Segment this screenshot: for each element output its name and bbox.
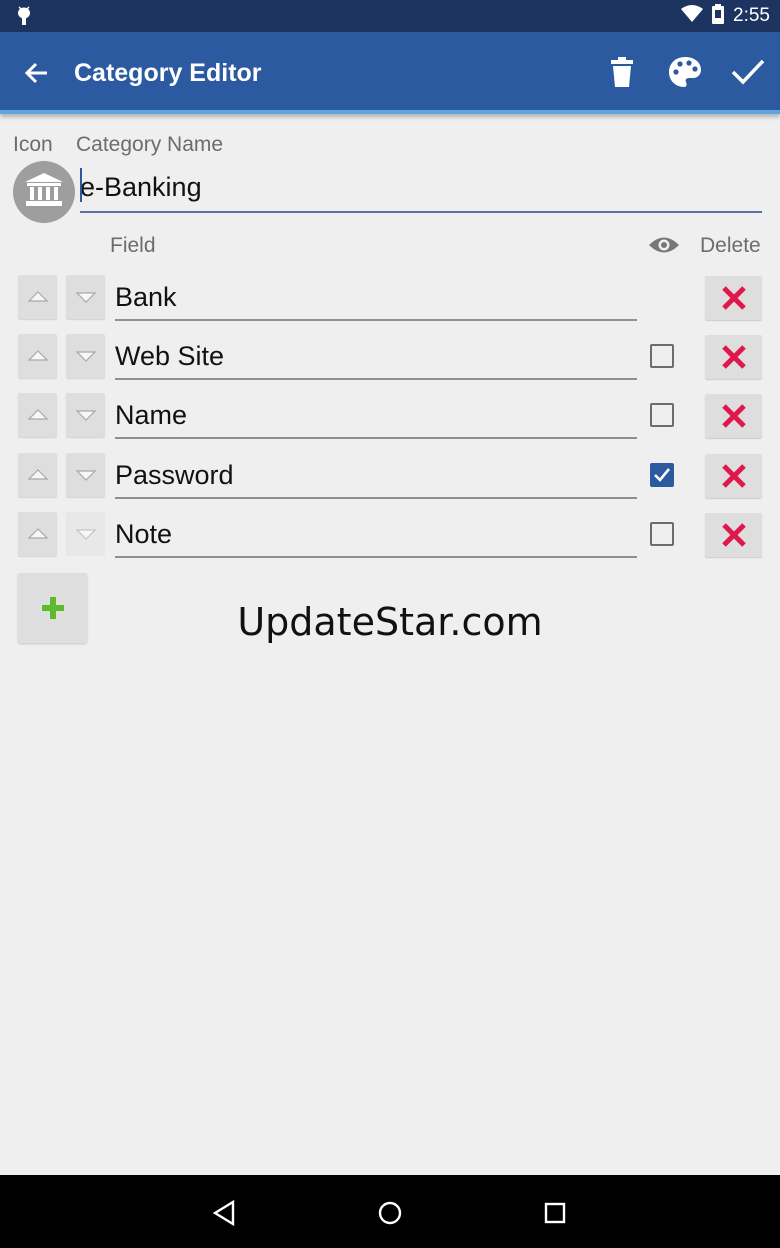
delete-column-header: Delete <box>700 234 761 257</box>
chevron-down-icon <box>75 470 96 481</box>
visibility-checkbox[interactable] <box>650 463 674 487</box>
chevron-down-icon <box>75 410 96 421</box>
chevron-up-icon <box>27 291 48 302</box>
back-arrow-icon[interactable] <box>20 56 54 90</box>
move-down-button[interactable] <box>66 334 105 378</box>
delete-x-icon <box>721 464 746 488</box>
delete-field-button[interactable] <box>705 454 762 498</box>
watermark: UpdateStar.com <box>237 600 543 644</box>
move-up-button[interactable] <box>18 512 57 556</box>
move-down-button[interactable] <box>66 393 105 437</box>
move-up-button[interactable] <box>18 334 57 378</box>
visibility-checkbox[interactable] <box>650 403 674 427</box>
icon-label: Icon <box>13 133 53 156</box>
page-title: Category Editor <box>74 59 262 87</box>
chevron-up-icon <box>27 409 48 420</box>
android-icon <box>16 6 32 31</box>
chevron-up-icon <box>27 528 48 539</box>
field-name-input[interactable] <box>115 334 637 380</box>
check-icon[interactable] <box>728 52 768 92</box>
delete-x-icon <box>721 345 746 369</box>
clock: 2:55 <box>733 5 770 26</box>
battery-icon <box>711 3 725 29</box>
move-down-button[interactable] <box>66 453 105 497</box>
delete-x-icon <box>721 523 746 547</box>
trash-icon[interactable] <box>602 52 642 92</box>
eye-icon <box>648 234 680 256</box>
field-row <box>0 393 780 453</box>
category-icon-button[interactable] <box>13 161 75 223</box>
move-down-button[interactable] <box>66 275 105 319</box>
delete-field-button[interactable] <box>705 335 762 379</box>
field-row <box>0 453 780 513</box>
chevron-down-icon <box>75 292 96 303</box>
field-row <box>0 334 780 394</box>
field-name-input[interactable] <box>115 512 637 558</box>
chevron-up-icon <box>27 469 48 480</box>
delete-field-button[interactable] <box>705 276 762 320</box>
chevron-down-icon <box>75 529 96 540</box>
visibility-checkbox[interactable] <box>650 344 674 368</box>
visibility-checkbox[interactable] <box>650 522 674 546</box>
chevron-up-icon <box>27 350 48 361</box>
category-name-label: Category Name <box>76 133 224 156</box>
chevron-down-icon <box>75 351 96 362</box>
delete-x-icon <box>721 404 746 428</box>
wifi-icon <box>681 4 704 28</box>
move-up-button[interactable] <box>18 393 57 437</box>
move-down-button[interactable] <box>66 512 105 556</box>
move-up-button[interactable] <box>18 275 57 319</box>
checkmark-icon <box>654 468 671 482</box>
field-name-input[interactable] <box>115 393 637 439</box>
field-column-header: Field <box>110 234 156 257</box>
app-bar: Category Editor <box>0 32 780 114</box>
navigation-bar <box>0 1175 780 1248</box>
nav-back-icon[interactable] <box>204 1193 244 1233</box>
field-name-input[interactable] <box>115 275 637 321</box>
delete-field-button[interactable] <box>705 394 762 438</box>
field-name-input[interactable] <box>115 453 637 499</box>
palette-icon[interactable] <box>665 52 705 92</box>
delete-field-button[interactable] <box>705 513 762 557</box>
field-row <box>0 275 780 335</box>
bank-icon <box>25 172 63 212</box>
nav-home-icon[interactable] <box>370 1193 410 1233</box>
nav-recents-icon[interactable] <box>535 1193 575 1233</box>
category-name-input[interactable] <box>80 163 762 213</box>
delete-x-icon <box>721 286 746 310</box>
field-row <box>0 512 780 572</box>
text-cursor <box>80 168 82 202</box>
status-bar: 2:55 <box>0 0 780 32</box>
move-up-button[interactable] <box>18 453 57 497</box>
